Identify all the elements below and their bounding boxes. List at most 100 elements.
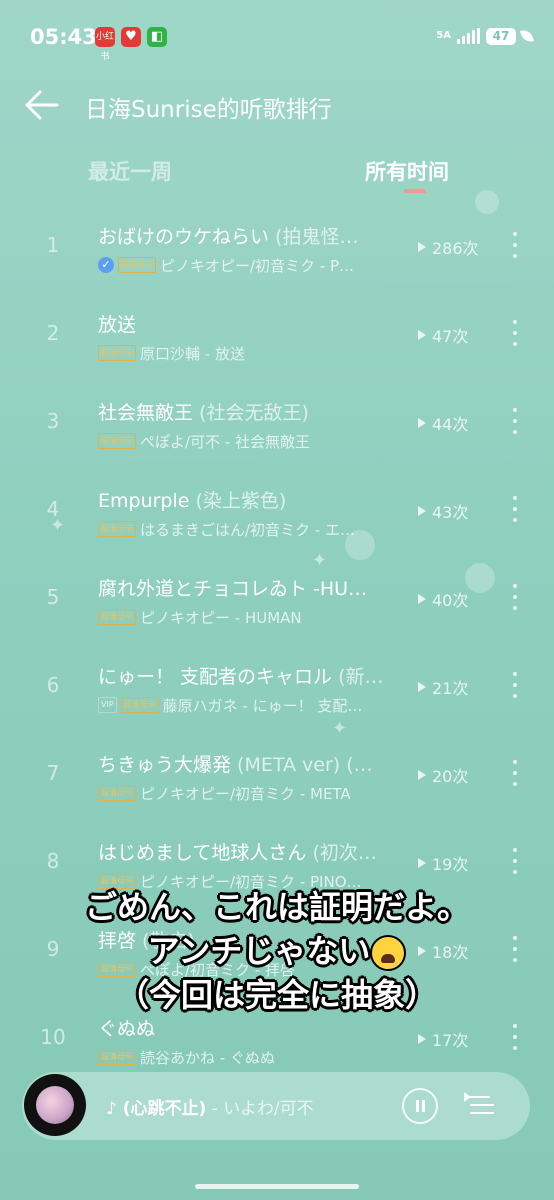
more-options-button[interactable] [508, 232, 522, 258]
caption-line-2-wrap: アンチじゃない [0, 929, 554, 973]
more-options-button[interactable] [508, 848, 522, 874]
song-artist: 藤原ハガネ - にゅー！ 支配… [162, 696, 363, 715]
now-playing[interactable]: ♪ (心跳不止) - いよわ/可不 [106, 1094, 396, 1119]
status-indicators: 5A 47 [436, 24, 535, 48]
rank-number: 7 [46, 761, 60, 785]
green-app-icon: ◧ [147, 27, 167, 47]
more-options-button[interactable] [508, 760, 522, 786]
play-count: 44次 [418, 411, 468, 435]
heart-app-icon: ♥ [121, 27, 141, 47]
song-alias: (拍鬼怪… [269, 226, 359, 248]
song-row[interactable]: 3 社会無敵王 (社会无敌王) 超清母带 ぺぽよ/可不 - 社会無敵王 44次 [0, 376, 554, 464]
quality-tag: 超清母带 [98, 609, 136, 625]
play-icon [418, 594, 426, 604]
play-count: 20次 [418, 763, 468, 787]
caption-line-1: ごめん、これは証明だよ。 [84, 888, 469, 926]
song-title: おばけのウケねらい [98, 226, 270, 248]
status-time: 05:43 [30, 25, 97, 49]
play-icon [418, 682, 426, 692]
playlist-button[interactable] [464, 1092, 494, 1118]
play-count-value: 47次 [432, 327, 469, 346]
play-count-value: 17次 [432, 1031, 469, 1050]
play-count-value: 44次 [432, 415, 469, 434]
crying-face-icon [370, 935, 407, 971]
song-row[interactable]: 4 Empurple (染上紫色) 超清母带 はるまきごはん/初音ミク - エ… 43次 [0, 464, 554, 552]
play-icon [418, 1034, 426, 1044]
song-meta: 超清母带 原口沙輔 - 放送 [98, 343, 408, 363]
tab-all-time[interactable]: 所有时间 [365, 156, 449, 186]
more-options-button[interactable] [508, 408, 522, 434]
network-type: 5A [436, 30, 451, 41]
more-options-button[interactable] [508, 496, 522, 522]
song-artist: はるまきごはん/初音ミク - エ… [140, 520, 356, 539]
song-row[interactable]: 7 ちきゅう大爆発 (META ver) (… 超清母带 ピノキオピー/初音ミク - … [0, 728, 554, 816]
song-title: Empurple [98, 490, 190, 512]
song-artist: 原口沙輔 - 放送 [140, 344, 245, 363]
rank-number: 3 [46, 409, 60, 433]
album-disc[interactable] [24, 1074, 86, 1136]
tab-indicator [404, 189, 426, 193]
more-options-button[interactable] [508, 320, 522, 346]
song-artist: ピノキオピー/初音ミク - P… [160, 256, 355, 275]
rank-number: 5 [46, 585, 60, 609]
song-meta: 超清母带 読谷あかね - ぐぬぬ [98, 1047, 408, 1067]
now-playing-title: ♪ (心跳不止) [106, 1099, 207, 1119]
song-alias: (初次… [306, 842, 377, 864]
album-art [36, 1086, 74, 1124]
song-title-wrap: ちきゅう大爆発 (META ver) (… [98, 750, 403, 777]
song-meta: 超清母带 ピノキオピー/初音ミク - META [98, 783, 408, 803]
song-meta: 超清母带 はるまきごはん/初音ミク - エ… [98, 519, 408, 539]
play-count: 286次 [418, 235, 479, 259]
quality-tag: 超清母带 [120, 697, 159, 713]
play-count: 17次 [418, 1027, 468, 1051]
play-count-value: 19次 [432, 855, 469, 874]
song-title-wrap: おばけのウケねらい (拍鬼怪… [98, 222, 403, 249]
rank-number: 6 [46, 673, 60, 697]
signal-icon [457, 28, 480, 44]
play-icon [418, 858, 426, 868]
song-title: ぐぬぬ [98, 1018, 156, 1040]
song-artist: ピノキオピー - HUMAN [140, 608, 302, 627]
song-meta: ✓ 超清母带 ピノキオピー/初音ミク - P… [98, 255, 408, 275]
quality-tag: 超清母带 [98, 345, 136, 361]
quality-tag: 超清母带 [98, 433, 136, 449]
rank-number: 2 [46, 321, 60, 345]
now-playing-artist: - いよわ/可不 [206, 1099, 314, 1119]
song-meta: 超清母带 ぺぽよ/可不 - 社会無敵王 [98, 431, 408, 451]
xiaohongshu-icon: 小红书 [95, 27, 115, 62]
rank-number: 10 [40, 1025, 66, 1049]
song-title-wrap: ぐぬぬ [98, 1014, 403, 1041]
caption-line-3: （今回は完全に抽象） [116, 976, 437, 1014]
tab-recent-week[interactable]: 最近一周 [88, 156, 172, 186]
quality-tag: 超清母带 [98, 785, 136, 801]
song-row[interactable]: 2 放送 超清母带 原口沙輔 - 放送 47次 [0, 288, 554, 376]
more-options-button[interactable] [508, 1024, 522, 1050]
quality-tag: 超清母带 [98, 1049, 136, 1065]
home-indicator[interactable] [195, 1184, 359, 1189]
caption-line-2: アンチじゃない [147, 932, 371, 970]
back-button[interactable] [22, 86, 62, 124]
play-icon [418, 418, 426, 428]
song-title-wrap: にゅー！ 支配者のキャロル (新… [98, 662, 403, 689]
play-icon [418, 770, 426, 780]
play-count-value: 21次 [432, 679, 469, 698]
song-title-wrap: 社会無敵王 (社会无敌王) [98, 398, 403, 425]
song-alias: (META ver) (… [231, 754, 373, 776]
pause-button[interactable] [402, 1088, 438, 1124]
play-icon [418, 242, 426, 252]
song-title: 腐れ外道とチョコレゐト -HU… [98, 578, 368, 600]
quality-tag: VIP [98, 697, 117, 713]
more-options-button[interactable] [508, 584, 522, 610]
play-count-value: 43次 [432, 503, 469, 522]
song-title: ちきゅう大爆発 [98, 754, 232, 776]
rank-number: 8 [46, 849, 60, 873]
mini-player[interactable]: ♪ (心跳不止) - いよわ/可不 [22, 1072, 530, 1140]
more-options-button[interactable] [508, 672, 522, 698]
song-row[interactable]: 5 腐れ外道とチョコレゐト -HU… 超清母带 ピノキオピー - HUMAN 40次 [0, 552, 554, 640]
song-artist: ピノキオピー/初音ミク - META [140, 784, 351, 803]
play-count: 40次 [418, 587, 468, 611]
play-count-value: 40次 [432, 591, 469, 610]
rank-number: 4 [46, 497, 60, 521]
song-row[interactable]: 1 おばけのウケねらい (拍鬼怪… ✓ 超清母带 ピノキオピー/初音ミク - P… 286… [0, 200, 554, 288]
song-row[interactable]: 6 にゅー！ 支配者のキャロル (新… VIP 超清母带 藤原ハガネ - にゅー！ 支配… [0, 640, 554, 728]
